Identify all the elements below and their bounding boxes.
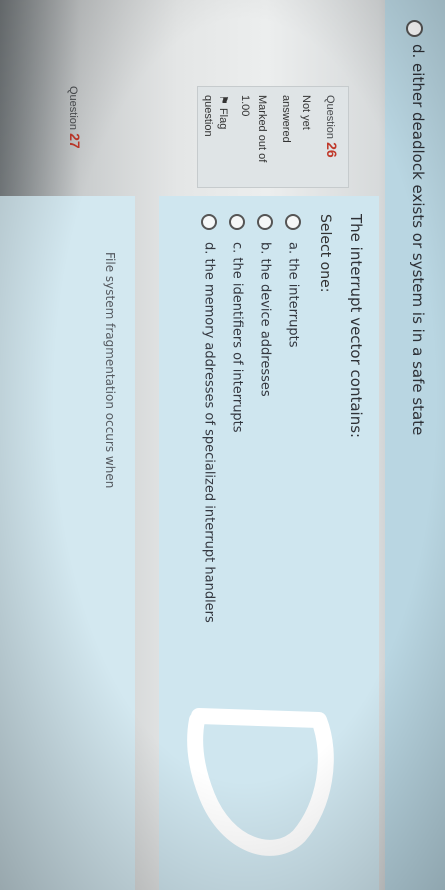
status-line-1: Not yet [300,95,312,130]
option-b[interactable]: b. the device addresses [251,214,273,397]
question-label: Question [324,95,336,140]
question-27-text: File system fragmentation occurs when [103,252,117,489]
flag-icon: ⚑ [217,95,229,105]
previous-option-d-label: d. either deadlock exists or system is i… [409,44,427,436]
option-a-label: a. the interrupts [285,242,301,348]
option-a[interactable]: a. the interrupts [279,214,301,347]
flag-question-link[interactable]: ⚑ Flag [217,95,230,129]
option-c[interactable]: c. the identifiers of interrupts [223,214,245,433]
question-26-content: The interrupt vector contains: Select on… [159,196,379,890]
flag-line-2: question [202,95,214,137]
photo-of-screen: d. either deadlock exists or system is i… [0,0,445,890]
question-text: The interrupt vector contains: [347,214,365,439]
quiz-page: d. either deadlock exists or system is i… [0,0,445,890]
select-one-instruction: Select one: [317,214,333,293]
question-26-info: Question 26 Not yet answered Marked out … [197,86,349,188]
radio-button-icon[interactable] [257,214,273,230]
flag-label: Flag [217,107,229,130]
question-27-content: File system fragmentation occurs when [0,196,135,890]
radio-button-icon[interactable] [229,214,245,230]
previous-question-option-band: d. either deadlock exists or system is i… [385,0,445,890]
marked-line-2: 1.00 [239,95,251,117]
marked-line-1: Marked out of [256,95,268,163]
status-line-2: answered [280,95,292,143]
option-d[interactable]: d. the memory addresses of specialized i… [195,214,217,623]
question-number-value: 27 [67,133,83,149]
option-d-label: d. the memory addresses of specialized i… [201,242,217,623]
radio-button-icon[interactable] [406,20,423,37]
radio-button-icon[interactable] [201,214,217,230]
handwritten-d-mark-icon [187,708,334,856]
question-number-value: 26 [324,142,340,158]
option-c-label: c. the identifiers of interrupts [229,242,245,433]
question-27-number: Question 27 [67,86,83,149]
radio-button-icon[interactable] [285,214,301,230]
question-number: Question 26 [324,95,340,158]
option-b-label: b. the device addresses [257,242,273,397]
question-label: Question [67,86,79,131]
